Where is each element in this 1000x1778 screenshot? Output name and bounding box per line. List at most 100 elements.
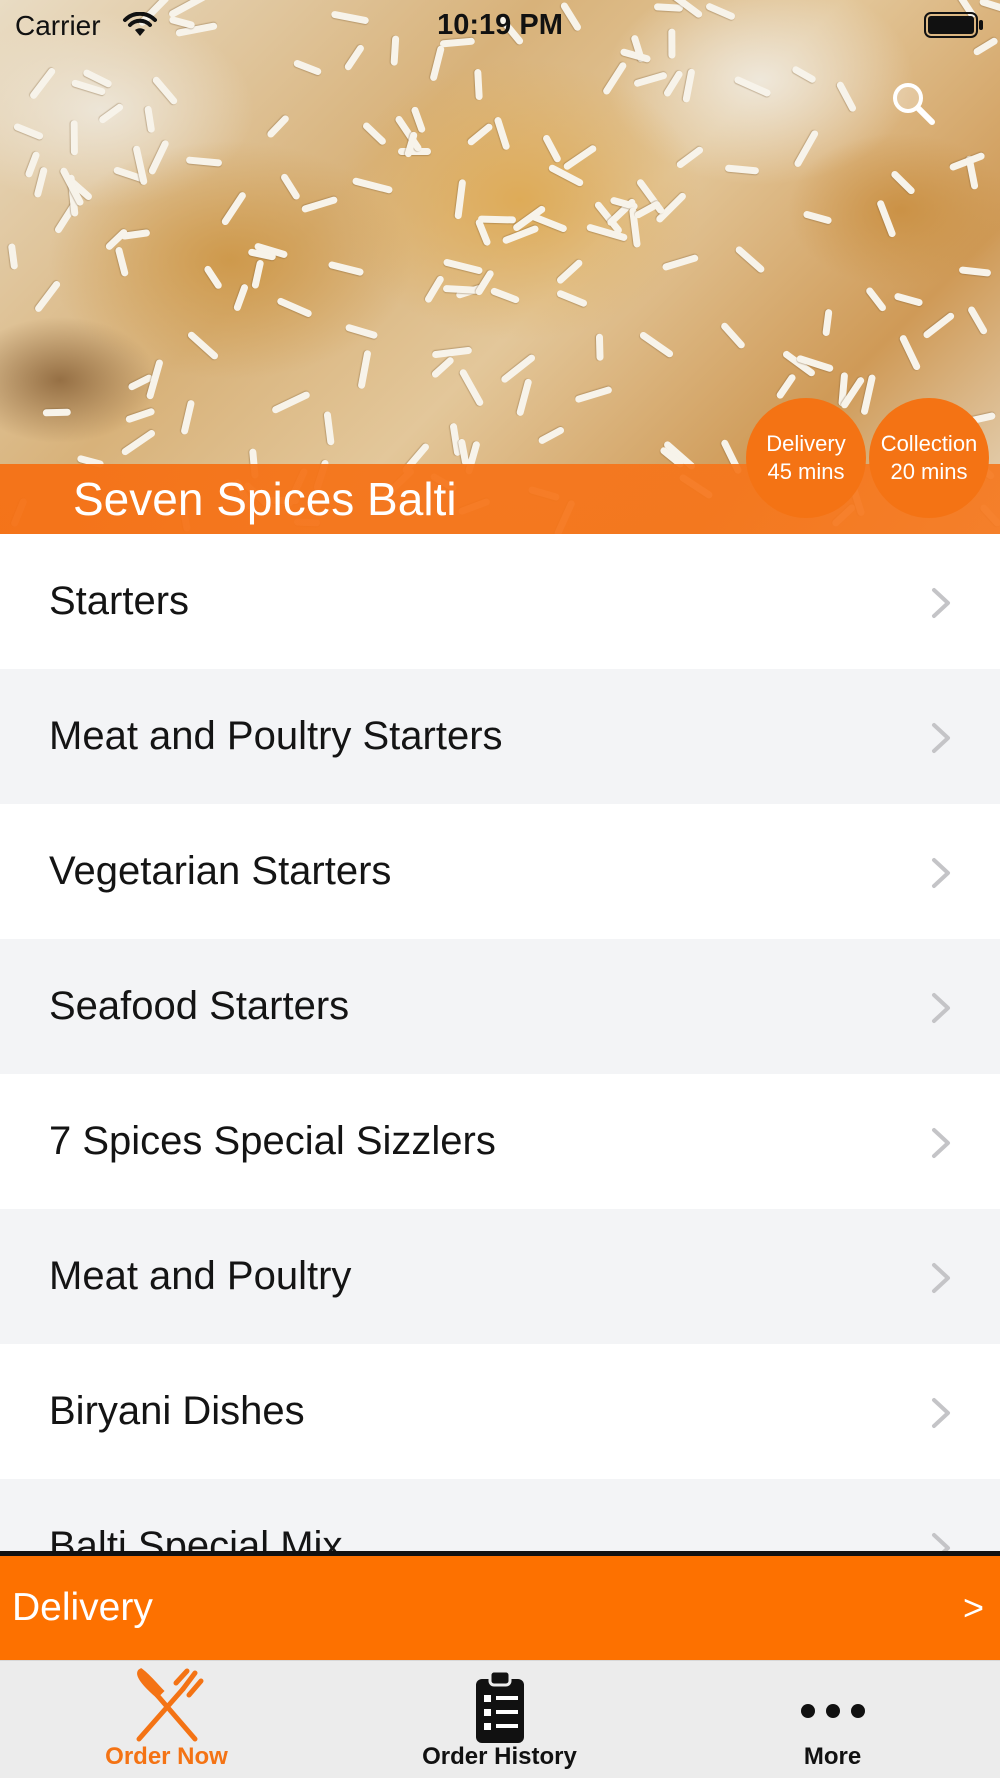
chevron-right-icon xyxy=(932,1128,950,1158)
rice-grain xyxy=(790,65,817,85)
menu-category-label: Seafood Starters xyxy=(49,984,350,1028)
rice-grain xyxy=(33,166,48,199)
rice-grain xyxy=(453,179,466,221)
restaurant-name: Seven Spices Balti xyxy=(73,473,457,525)
delivery-mode-button[interactable]: Delivery > xyxy=(0,1556,1000,1660)
menu-category-list[interactable]: Starters Meat and Poultry Starters Veget… xyxy=(0,534,1000,1552)
rice-grain xyxy=(120,429,157,457)
rice-grain xyxy=(301,195,339,214)
menu-category-label: Meat and Poultry Starters xyxy=(49,714,503,758)
rice-grain xyxy=(632,71,668,88)
rice-grain xyxy=(220,190,248,226)
rice-grain xyxy=(323,410,336,446)
rice-grain xyxy=(537,425,566,446)
rice-grain xyxy=(124,407,156,425)
menu-category-label: Vegetarian Starters xyxy=(49,849,392,893)
rice-grain xyxy=(822,309,834,337)
rice-grain xyxy=(555,258,584,285)
collection-time-label: Collection xyxy=(880,431,978,456)
rice-grain xyxy=(457,438,470,467)
menu-category-row[interactable]: 7 Spices Special Sizzlers xyxy=(0,1074,1000,1209)
rice-grain xyxy=(114,246,130,277)
rice-grain xyxy=(429,356,455,380)
delivery-time-value: 45 mins xyxy=(767,459,845,484)
delivery-mode-label: Delivery xyxy=(12,1586,153,1629)
rice-grain xyxy=(361,121,388,147)
rice-grain xyxy=(562,143,599,171)
chevron-right-icon xyxy=(932,1263,950,1293)
menu-category-row[interactable]: Meat and Poultry xyxy=(0,1209,1000,1344)
rice-grain xyxy=(473,69,483,101)
delivery-time-label: Delivery xyxy=(766,431,846,456)
rice-grain xyxy=(638,330,675,358)
chevron-right-icon xyxy=(932,858,950,888)
rice-grain xyxy=(490,286,521,304)
rice-grain xyxy=(357,349,372,390)
rice-grain xyxy=(966,304,989,336)
rice-grain xyxy=(575,385,614,404)
rice-grain xyxy=(7,243,19,271)
tab-label: Order Now xyxy=(105,1743,228,1770)
rice-grain xyxy=(250,259,265,291)
rice-grain xyxy=(733,75,772,98)
rice-grain xyxy=(876,199,897,239)
rice-grain xyxy=(890,169,917,196)
rice-grain xyxy=(351,177,393,194)
rice-grain xyxy=(959,265,992,277)
menu-category-label: Meat and Poultry xyxy=(49,1254,352,1298)
tab-bar: Order Now Order History More xyxy=(0,1660,1000,1778)
rice-grain xyxy=(147,139,171,177)
chevron-right-icon xyxy=(932,993,950,1023)
rice-grain xyxy=(429,44,446,82)
rice-grain xyxy=(279,172,301,201)
rice-grain xyxy=(186,156,223,167)
rice-grain xyxy=(724,164,760,175)
rice-grain xyxy=(432,346,473,359)
rice-grain xyxy=(922,311,956,340)
rice-grain xyxy=(661,254,700,272)
tab-order-history[interactable]: Order History xyxy=(333,1661,666,1778)
rice-grain xyxy=(28,66,58,101)
rice-grain xyxy=(719,321,747,351)
menu-category-row[interactable]: Seafood Starters xyxy=(0,939,1000,1074)
rice-grain xyxy=(97,102,125,125)
rice-grain xyxy=(601,60,628,96)
delivery-time-badge: Delivery 45 mins xyxy=(746,398,866,518)
menu-category-row[interactable]: Starters xyxy=(0,534,1000,669)
rice-grain xyxy=(33,279,62,314)
rice-grain xyxy=(556,289,589,308)
battery-icon xyxy=(924,12,983,38)
rice-grain xyxy=(541,133,562,164)
tab-label: Order History xyxy=(422,1743,577,1770)
rice-grain xyxy=(893,291,924,307)
rice-grain xyxy=(585,223,628,243)
collection-time-badge: Collection 20 mins xyxy=(869,398,989,518)
search-icon[interactable] xyxy=(888,78,936,126)
clipboard-list-icon xyxy=(475,1669,524,1743)
chevron-right-icon xyxy=(932,1533,950,1552)
chevron-right-icon xyxy=(932,588,950,618)
rice-grain xyxy=(793,129,820,169)
menu-category-row[interactable]: Balti Special Mix xyxy=(0,1479,1000,1552)
chevron-right-icon xyxy=(932,723,950,753)
collection-time-value: 20 mins xyxy=(890,459,968,484)
menu-category-row[interactable]: Vegetarian Starters xyxy=(0,804,1000,939)
rice-grain xyxy=(865,286,888,314)
tab-order-now[interactable]: Order Now xyxy=(0,1661,333,1778)
rice-grain xyxy=(898,334,921,372)
rice-grain xyxy=(442,258,484,276)
rice-grain xyxy=(344,323,379,340)
rice-grain xyxy=(203,264,224,291)
rice-grain xyxy=(802,210,833,226)
rice-grain xyxy=(458,368,485,408)
menu-category-row[interactable]: Biryani Dishes xyxy=(0,1344,1000,1479)
rice-grain xyxy=(327,261,364,277)
tab-label: More xyxy=(803,1743,862,1770)
rice-grain xyxy=(682,68,696,103)
rice-grain xyxy=(410,105,426,134)
rice-grain xyxy=(477,215,517,224)
chevron-right-icon: > xyxy=(962,1587,984,1628)
rice-grain xyxy=(232,283,249,312)
tab-more[interactable]: More xyxy=(666,1661,999,1778)
menu-category-row[interactable]: Meat and Poultry Starters xyxy=(0,669,1000,804)
